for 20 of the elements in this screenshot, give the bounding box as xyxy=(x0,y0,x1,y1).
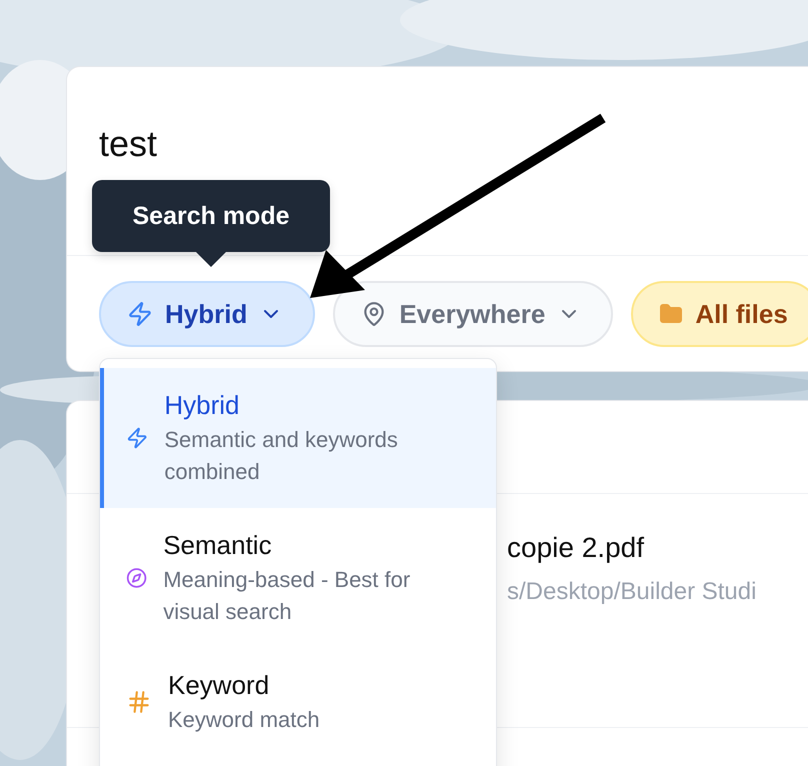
file-name: copie 2.pdf xyxy=(507,532,645,564)
tooltip-pointer xyxy=(196,252,226,267)
filter-chip[interactable]: All files xyxy=(631,281,808,347)
search-field[interactable]: test xyxy=(99,123,599,165)
lightning-icon xyxy=(126,425,148,451)
filter-chip[interactable]: Hybrid xyxy=(99,281,316,347)
lightning-icon xyxy=(127,301,153,327)
menu-option[interactable]: Keyword Keyword match xyxy=(100,648,496,756)
option-title: Hybrid xyxy=(164,389,240,422)
tooltip: Search mode xyxy=(92,180,330,252)
filter-chip[interactable]: Everywhere xyxy=(333,281,614,347)
file-path: s/Desktop/Builder Studi xyxy=(507,578,758,606)
folder-icon xyxy=(659,302,684,326)
option-description: Keyword match xyxy=(168,706,320,734)
menu-option[interactable]: Semantic Meaning-based - Best for visual search xyxy=(100,508,496,648)
option-description: Meaning-based - Best for visual search xyxy=(163,566,412,626)
option-title: Keyword xyxy=(168,669,270,702)
menu-option[interactable]: Hybrid Semantic and keywords combined xyxy=(100,368,496,508)
option-description: Semantic and keywords combined xyxy=(164,426,399,486)
option-title: Semantic xyxy=(163,529,273,562)
